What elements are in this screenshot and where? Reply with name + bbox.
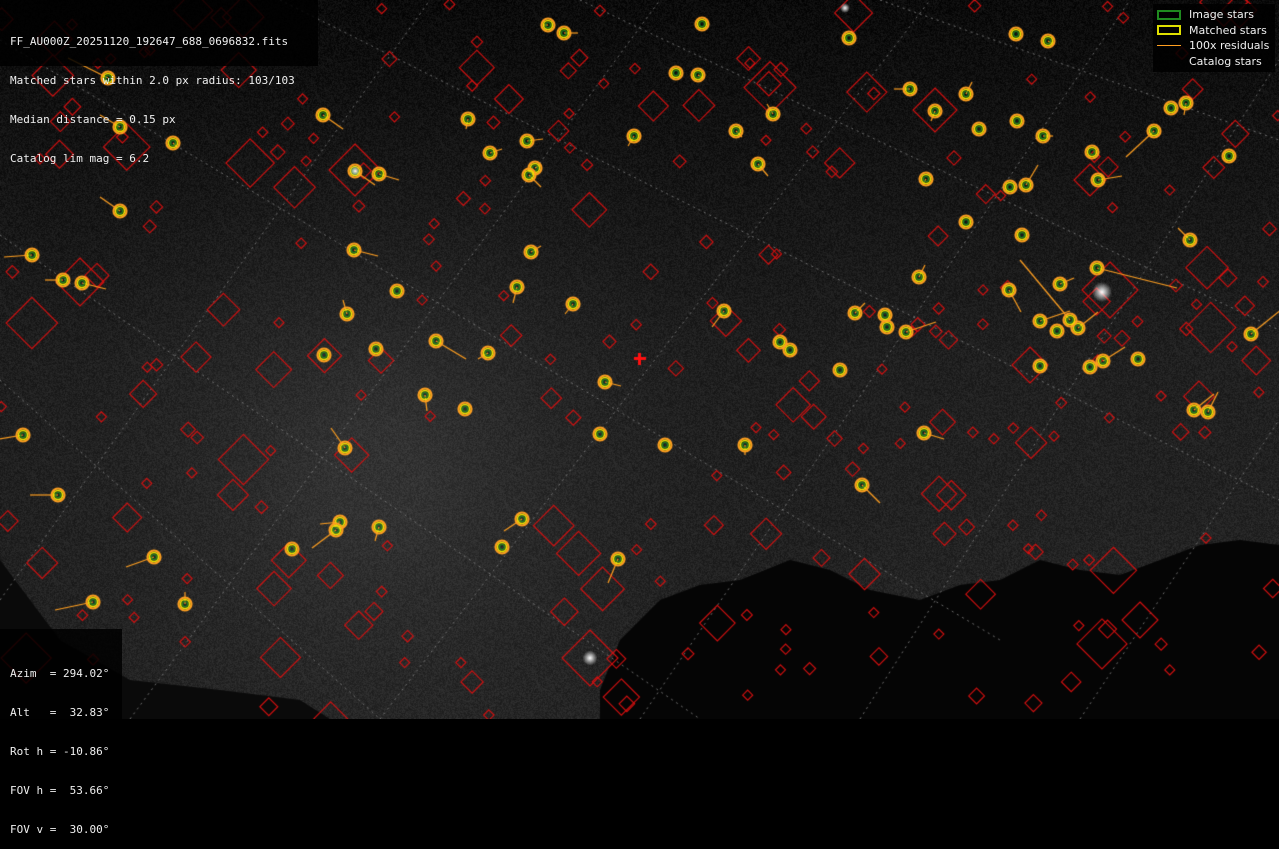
legend-label: Catalog stars bbox=[1189, 54, 1262, 68]
azimuth-text: Azim = 294.02° bbox=[10, 667, 110, 680]
fits-filename: FF_AU000Z_20251120_192647_688_0696832.fi… bbox=[10, 35, 289, 48]
fov-h-text: FOV h = 53.66° bbox=[10, 784, 110, 797]
legend: Image stars Matched stars 100x residuals… bbox=[1153, 4, 1275, 72]
pointing-info-box: Azim = 294.02° Alt = 32.83° Rot h = -10.… bbox=[0, 629, 122, 836]
matched-stars-text: Matched stars within 2.0 px radius: 103/… bbox=[10, 74, 295, 87]
fov-v-text: FOV v = 30.00° bbox=[10, 823, 110, 836]
legend-label: Image stars bbox=[1189, 8, 1254, 22]
median-distance-text: Median distance = 0.15 px bbox=[10, 113, 176, 126]
legend-catalog-stars: Catalog stars bbox=[1157, 54, 1275, 70]
catalog-limit-text: Catalog lim mag = 6.2 bbox=[10, 152, 150, 165]
legend-image-stars: Image stars bbox=[1157, 7, 1275, 23]
altitude-text: Alt = 32.83° bbox=[10, 706, 110, 719]
rotation-text: Rot h = -10.86° bbox=[10, 745, 110, 758]
calibration-info-box: FF_AU000Z_20251120_192647_688_0696832.fi… bbox=[0, 0, 318, 165]
catalog-stars-swatch bbox=[1157, 56, 1181, 66]
residuals-swatch bbox=[1157, 45, 1181, 47]
image-stars-swatch bbox=[1157, 9, 1181, 20]
legend-matched-stars: Matched stars bbox=[1157, 23, 1275, 39]
legend-label: Matched stars bbox=[1189, 23, 1267, 37]
matched-stars-swatch bbox=[1157, 25, 1181, 36]
legend-residuals: 100x residuals bbox=[1157, 38, 1275, 54]
legend-label: 100x residuals bbox=[1189, 39, 1270, 53]
